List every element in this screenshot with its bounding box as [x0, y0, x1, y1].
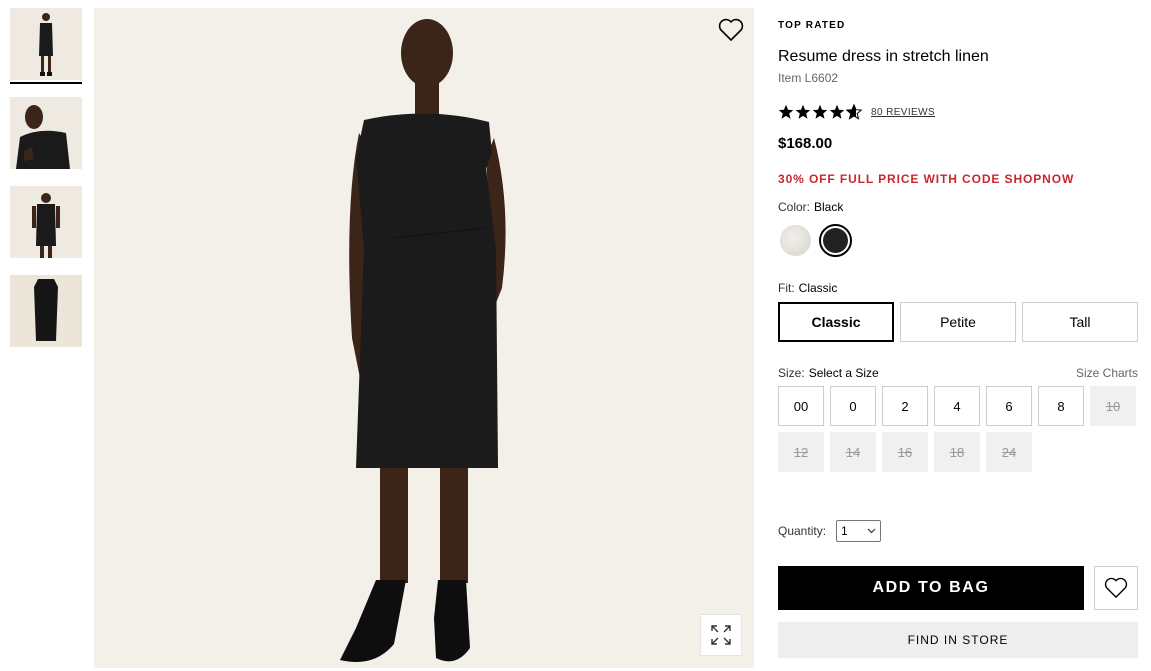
size-grid: 00 0 2 4 6 8 10 12 14 16 18 24 — [778, 386, 1140, 472]
swatch-ivory[interactable] — [780, 225, 811, 256]
thumbnail-back-view[interactable] — [10, 186, 82, 258]
wishlist-heart-icon[interactable] — [718, 18, 744, 42]
main-product-image[interactable] — [94, 8, 754, 668]
selected-size: Select a Size — [808, 366, 879, 380]
top-rated-badge: TOP RATED — [778, 20, 846, 31]
thumbnail-strip — [10, 8, 82, 347]
size-charts-link[interactable]: Size Charts — [1076, 366, 1138, 380]
size-option-unavailable[interactable]: 10 — [1090, 386, 1136, 426]
reviews-link[interactable]: 80 REVIEWS — [871, 107, 935, 118]
fit-options: Classic Petite Tall — [778, 302, 1138, 342]
swatch-black[interactable] — [819, 224, 852, 257]
fit-petite-button[interactable]: Petite — [900, 302, 1016, 342]
size-option[interactable]: 4 — [934, 386, 980, 426]
rating-row: 80 REVIEWS — [778, 104, 935, 120]
product-title: Resume dress in stretch linen — [778, 48, 989, 65]
find-in-store-button[interactable]: FIND IN STORE — [778, 622, 1138, 658]
wishlist-button[interactable] — [1094, 566, 1138, 610]
star-full-icon — [795, 104, 811, 119]
star-full-icon — [812, 104, 828, 119]
thumbnail-front-view[interactable] — [10, 8, 82, 84]
quantity-select[interactable]: 1 — [836, 520, 882, 542]
size-option-unavailable[interactable]: 18 — [934, 432, 980, 472]
size-option-unavailable[interactable]: 12 — [778, 432, 824, 472]
product-price: $168.00 — [778, 135, 833, 152]
expand-image-button[interactable] — [700, 614, 742, 656]
size-option[interactable]: 00 — [778, 386, 824, 426]
size-label: Size: — [778, 366, 805, 380]
color-label: Color: — [778, 200, 811, 214]
size-option[interactable]: 2 — [882, 386, 928, 426]
quantity-row: Quantity: 1 — [778, 520, 882, 542]
star-full-icon — [778, 104, 794, 119]
fit-label: Fit: — [778, 281, 795, 295]
selected-fit: Classic — [798, 281, 838, 295]
model-photo — [94, 8, 754, 668]
color-swatches — [780, 224, 852, 257]
expand-icon — [711, 625, 731, 645]
fit-tall-button[interactable]: Tall — [1022, 302, 1138, 342]
size-option[interactable]: 6 — [986, 386, 1032, 426]
thumbnail-portrait-view[interactable] — [10, 97, 82, 169]
quantity-value: 1 — [841, 524, 848, 538]
quantity-label: Quantity: — [778, 524, 827, 538]
size-option-unavailable[interactable]: 16 — [882, 432, 928, 472]
fit-label-row: Fit: Classic — [778, 281, 837, 295]
fit-classic-button[interactable]: Classic — [778, 302, 894, 342]
thumbnail-flat-lay-view[interactable] — [10, 275, 82, 347]
star-rating — [778, 104, 862, 120]
size-option-unavailable[interactable]: 24 — [986, 432, 1032, 472]
chevron-down-icon — [867, 528, 876, 534]
promo-message: 30% OFF FULL PRICE WITH CODE SHOPNOW — [778, 172, 1075, 186]
heart-icon — [1104, 577, 1128, 598]
size-option-unavailable[interactable]: 14 — [830, 432, 876, 472]
add-to-bag-button[interactable]: ADD TO BAG — [778, 566, 1084, 610]
item-number: Item L6602 — [778, 71, 839, 85]
size-option[interactable]: 0 — [830, 386, 876, 426]
star-half-icon — [846, 104, 862, 120]
size-option[interactable]: 8 — [1038, 386, 1084, 426]
selected-color: Black — [814, 200, 844, 214]
color-label-row: Color: Black — [778, 200, 843, 214]
star-full-icon — [829, 104, 845, 119]
size-label-row: Size: Select a Size — [778, 366, 879, 380]
